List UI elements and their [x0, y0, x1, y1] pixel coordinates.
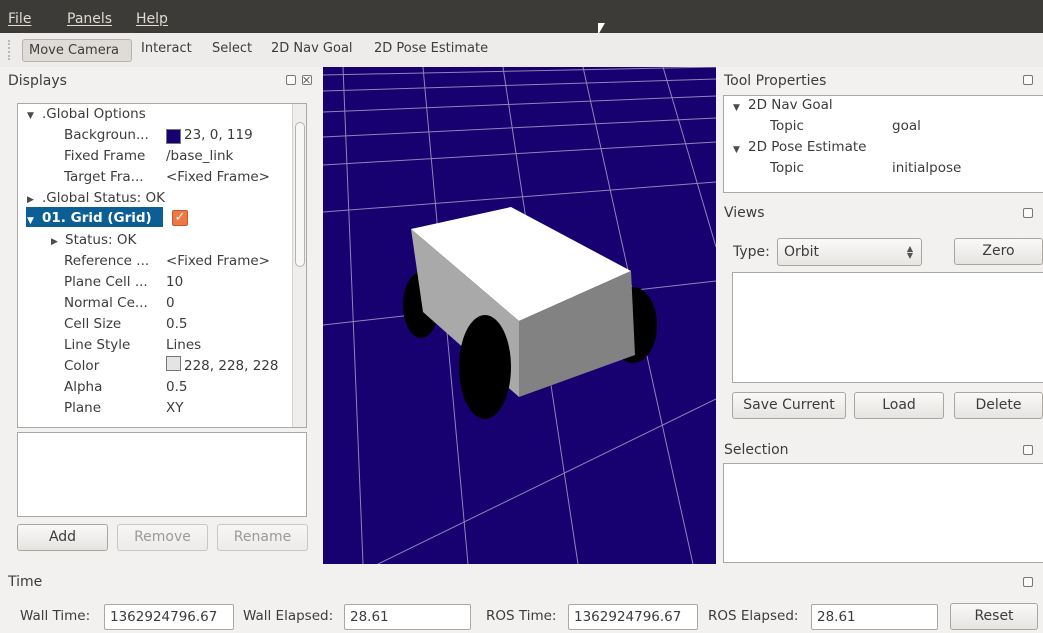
tool-select[interactable]: Select [212, 41, 252, 56]
ros-elapsed-label: ROS Elapsed: [708, 608, 799, 624]
tree-value-cell-size[interactable]: 0.5 [166, 316, 187, 332]
tree-item-status[interactable]: Status: OK [65, 232, 136, 248]
views-title: Views [724, 205, 765, 221]
close-panel-icon[interactable] [302, 75, 312, 85]
color-swatch[interactable] [166, 129, 181, 144]
tree-value-alpha[interactable]: 0.5 [166, 379, 187, 395]
tree-label-cell-size[interactable]: Cell Size [64, 316, 121, 332]
render-viewport[interactable] [323, 67, 716, 564]
view-type-value: Orbit [784, 244, 820, 260]
color-swatch[interactable] [166, 356, 181, 371]
float-panel-icon[interactable] [1023, 577, 1033, 587]
collapse-arrow-icon[interactable]: ▶ [27, 195, 34, 205]
tree-value-target-frame[interactable]: <Fixed Frame> [166, 169, 270, 185]
saved-views-list[interactable] [732, 272, 1043, 383]
tree-scrollbar[interactable] [292, 104, 306, 427]
tool-group-2d-nav-goal[interactable]: 2D Nav Goal [748, 97, 833, 113]
menu-file[interactable]: File [8, 11, 31, 27]
tool-properties-title: Tool Properties [724, 73, 827, 89]
tree-value-fixed-frame[interactable]: /base_link [166, 148, 233, 164]
tool-2d-nav-goal[interactable]: 2D Nav Goal [271, 41, 353, 56]
expand-arrow-icon[interactable]: ▼ [733, 103, 740, 113]
float-panel-icon[interactable] [1023, 208, 1033, 218]
save-current-button[interactable]: Save Current [732, 392, 846, 419]
tree-label-normal-cell-count[interactable]: Normal Ce... [64, 295, 148, 311]
tree-value-reference-frame[interactable]: <Fixed Frame> [166, 253, 270, 269]
view-type-select[interactable]: Orbit ▲ ▼ [777, 238, 922, 266]
wall-elapsed-label: Wall Elapsed: [243, 608, 334, 624]
add-display-button[interactable]: Add [17, 524, 108, 551]
selection-tree[interactable] [723, 463, 1043, 563]
ros-time-label: ROS Time: [486, 608, 557, 624]
tool-group-2d-pose-estimate[interactable]: 2D Pose Estimate [748, 139, 866, 155]
tool-prop-value-initialpose[interactable]: initialpose [892, 160, 961, 176]
tool-prop-value-goal[interactable]: goal [892, 118, 921, 134]
tool-2d-pose-estimate[interactable]: 2D Pose Estimate [374, 41, 488, 56]
spinner-icon: ▲ ▼ [906, 244, 913, 260]
toolbar-grip-icon[interactable] [8, 40, 12, 60]
rename-display-button[interactable]: Rename [217, 524, 308, 551]
menu-help[interactable]: Help [136, 11, 168, 27]
tree-value-plane-cell-count[interactable]: 10 [166, 274, 183, 290]
tree-label-background[interactable]: Backgroun... [64, 127, 149, 143]
tree-item-global-status[interactable]: .Global Status: OK [42, 190, 165, 206]
view-type-label: Type: [733, 244, 770, 260]
displays-title: Displays [8, 73, 67, 89]
tool-interact[interactable]: Interact [141, 41, 192, 56]
3d-scene[interactable] [323, 67, 716, 564]
scrollbar-thumb[interactable] [295, 122, 305, 267]
time-title: Time [8, 574, 43, 590]
expand-arrow-icon[interactable]: ▼ [27, 216, 34, 226]
zero-button[interactable]: Zero [954, 238, 1043, 265]
menu-panels[interactable]: Panels [67, 11, 112, 27]
tree-value-normal-cell-count[interactable]: 0 [166, 295, 175, 311]
tree-value-background[interactable]: 23, 0, 119 [184, 127, 253, 143]
menu-bar: File Panels Help [0, 0, 1043, 35]
remove-display-button[interactable]: Remove [117, 524, 208, 551]
float-panel-icon[interactable] [1023, 75, 1033, 85]
delete-button[interactable]: Delete [954, 392, 1043, 419]
tree-label-reference-frame[interactable]: Reference ... [64, 253, 149, 269]
tool-move-camera[interactable]: Move Camera [22, 39, 132, 62]
float-panel-icon[interactable] [286, 75, 296, 85]
wall-elapsed-field[interactable]: 28.61 [344, 604, 471, 630]
float-panel-icon[interactable] [1023, 445, 1033, 455]
ros-elapsed-field[interactable]: 28.61 [811, 604, 938, 630]
robot-model [403, 207, 657, 419]
display-description-box [17, 432, 307, 517]
tree-item-global-options[interactable]: .Global Options [42, 106, 146, 122]
tree-label-fixed-frame[interactable]: Fixed Frame [64, 148, 145, 164]
tree-label-line-style[interactable]: Line Style [64, 337, 130, 353]
tree-label-plane-cell-count[interactable]: Plane Cell ... [64, 274, 148, 290]
tool-prop-label[interactable]: Topic [770, 118, 804, 134]
ros-time-field[interactable]: 1362924796.67 [568, 604, 698, 630]
collapse-arrow-icon[interactable]: ▶ [51, 237, 58, 247]
tree-item-grid[interactable]: 01. Grid (Grid) [42, 210, 152, 226]
tree-label-target-frame[interactable]: Target Fra... [64, 169, 144, 185]
tree-value-color[interactable]: 228, 228, 228 [184, 358, 278, 374]
grid-enabled-checkbox[interactable]: ✓ [172, 210, 188, 226]
tree-label-alpha[interactable]: Alpha [64, 379, 102, 395]
wall-time-label: Wall Time: [20, 608, 91, 624]
tree-value-line-style[interactable]: Lines [166, 337, 201, 353]
tree-value-plane[interactable]: XY [166, 400, 184, 416]
expand-arrow-icon[interactable]: ▼ [27, 111, 34, 121]
reset-button[interactable]: Reset [950, 603, 1038, 630]
wall-time-field[interactable]: 1362924796.67 [104, 604, 234, 630]
expand-arrow-icon[interactable]: ▼ [733, 145, 740, 155]
selection-title: Selection [724, 442, 789, 458]
tree-label-color[interactable]: Color [64, 358, 99, 374]
load-button[interactable]: Load [854, 392, 944, 419]
tree-label-plane[interactable]: Plane [64, 400, 101, 416]
tool-prop-label[interactable]: Topic [770, 160, 804, 176]
